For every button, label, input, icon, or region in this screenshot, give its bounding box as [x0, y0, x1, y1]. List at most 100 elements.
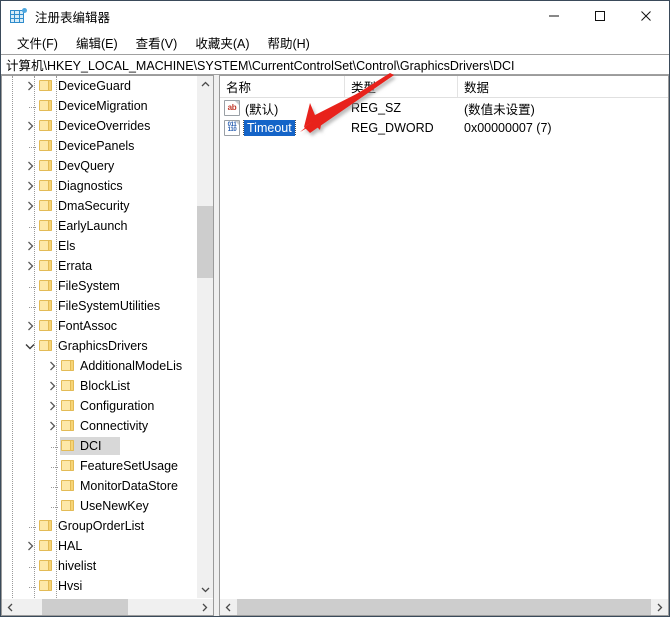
tree-item[interactable]: HAL — [2, 536, 196, 556]
tree-scroll-thumb[interactable] — [197, 206, 213, 278]
tree-item[interactable]: FeatureSetUsage — [2, 456, 196, 476]
chevron-right-icon[interactable] — [22, 318, 38, 334]
folder-icon — [38, 139, 54, 153]
tree-connector — [44, 498, 60, 514]
window-controls — [531, 1, 669, 31]
tree-connector — [22, 298, 38, 314]
chevron-right-icon[interactable] — [22, 78, 38, 94]
chevron-down-icon[interactable] — [22, 338, 38, 354]
folder-icon — [38, 239, 54, 253]
tree-item[interactable]: Errata — [2, 256, 196, 276]
values-row-selected[interactable]: 011 110 Timeout REG_DWORD 0x00000007 (7) — [220, 118, 668, 138]
tree-item-selected[interactable]: DCI — [2, 436, 196, 456]
chevron-right-icon[interactable] — [22, 158, 38, 174]
tree-item[interactable]: AdditionalModeLis — [2, 356, 196, 376]
chevron-right-icon[interactable] — [44, 398, 60, 414]
tree-item[interactable]: DeviceGuard — [2, 76, 196, 96]
chevron-right-icon[interactable] — [22, 178, 38, 194]
folder-icon — [60, 399, 76, 413]
tree-hscroll-thumb[interactable] — [42, 599, 128, 615]
tree-item-label: GraphicsDrivers — [58, 339, 148, 353]
tree-item[interactable]: GraphicsDrivers — [2, 336, 196, 356]
values-column-header[interactable]: 类型 — [345, 76, 458, 97]
tree-item[interactable]: Els — [2, 236, 196, 256]
tree-item[interactable]: hivelist — [2, 556, 196, 576]
tree-item[interactable]: GroupOrderList — [2, 516, 196, 536]
folder-icon — [38, 319, 54, 333]
tree-item[interactable]: Hvsi — [2, 576, 196, 596]
column-header-label: 类型 — [351, 81, 377, 95]
scroll-left-icon[interactable] — [2, 599, 19, 615]
tree-item-label: hivelist — [58, 559, 97, 573]
folder-icon — [38, 219, 54, 233]
scroll-up-icon[interactable] — [197, 76, 213, 93]
tree-item[interactable]: UseNewKey — [2, 496, 196, 516]
folder-icon — [38, 579, 54, 593]
tree-item[interactable]: FileSystem — [2, 276, 196, 296]
maximize-button[interactable] — [577, 1, 623, 31]
values-horizontal-scrollbar[interactable] — [220, 598, 668, 615]
tree-item-label: Diagnostics — [58, 179, 123, 193]
registry-tree[interactable]: DeviceGuard DeviceMigration DeviceOverride… — [2, 76, 196, 598]
menu-view[interactable]: 查看(V) — [127, 31, 187, 55]
tree-connector — [44, 478, 60, 494]
folder-icon — [38, 179, 54, 193]
tree-item[interactable]: FontAssoc — [2, 316, 196, 336]
value-type-cell: REG_SZ — [351, 101, 402, 115]
title-bar: 注册表编辑器 — [1, 1, 669, 31]
folder-icon — [38, 159, 54, 173]
scroll-right-icon[interactable] — [651, 599, 668, 615]
scroll-right-icon[interactable] — [196, 599, 213, 615]
tree-item[interactable]: DevicePanels — [2, 136, 196, 156]
folder-icon — [38, 99, 54, 113]
tree-item[interactable]: MonitorDataStore — [2, 476, 196, 496]
tree-item[interactable]: DevQuery — [2, 156, 196, 176]
chevron-right-icon[interactable] — [22, 238, 38, 254]
content-panes: DeviceGuard DeviceMigration DeviceOverride… — [1, 75, 669, 616]
value-data-cell: 0x00000007 (7) — [464, 121, 552, 135]
chevron-right-icon[interactable] — [44, 378, 60, 394]
chevron-right-icon[interactable] — [44, 418, 60, 434]
chevron-right-icon[interactable] — [44, 358, 60, 374]
chevron-right-icon[interactable] — [22, 258, 38, 274]
tree-item[interactable]: EarlyLaunch — [2, 216, 196, 236]
minimize-button[interactable] — [531, 1, 577, 31]
close-button[interactable] — [623, 1, 669, 31]
tree-item[interactable]: Connectivity — [2, 416, 196, 436]
values-hscroll-thumb[interactable] — [237, 599, 651, 615]
tree-item[interactable]: DeviceOverrides — [2, 116, 196, 136]
chevron-right-icon[interactable] — [22, 198, 38, 214]
tree-horizontal-scrollbar[interactable] — [2, 598, 213, 615]
chevron-right-icon[interactable] — [22, 538, 38, 554]
menu-edit[interactable]: 编辑(E) — [67, 31, 127, 55]
tree-item-label: GroupOrderList — [58, 519, 145, 533]
menu-help[interactable]: 帮助(H) — [258, 31, 318, 55]
menu-file[interactable]: 文件(F) — [8, 31, 67, 55]
address-bar[interactable]: 计算机\HKEY_LOCAL_MACHINE\SYSTEM\CurrentCon… — [1, 54, 669, 75]
tree-item-label: DeviceGuard — [58, 79, 131, 93]
chevron-right-icon[interactable] — [22, 118, 38, 134]
tree-item[interactable]: Diagnostics — [2, 176, 196, 196]
scroll-left-icon[interactable] — [220, 599, 237, 615]
folder-icon — [38, 299, 54, 313]
registry-editor-icon — [10, 8, 27, 24]
scroll-down-icon[interactable] — [197, 581, 213, 598]
tree-item[interactable]: BlockList — [2, 376, 196, 396]
menu-favorites[interactable]: 收藏夹(A) — [186, 31, 258, 55]
folder-icon — [60, 439, 76, 453]
value-name-cell: ab (默认) — [220, 99, 345, 118]
values-column-header[interactable]: 数据 — [458, 76, 668, 97]
values-row[interactable]: ab (默认) REG_SZ (数值未设置) — [220, 98, 668, 118]
tree-item[interactable]: FileSystemUtilities — [2, 296, 196, 316]
tree-item-label: Connectivity — [80, 419, 149, 433]
tree-vertical-scrollbar[interactable] — [196, 76, 213, 598]
tree-item[interactable]: DmaSecurity — [2, 196, 196, 216]
folder-icon — [38, 539, 54, 553]
values-list[interactable]: ab (默认) REG_SZ (数值未设置) 011 110 Timeout REG_DWOR… — [220, 98, 668, 598]
values-column-header[interactable]: 名称 — [220, 76, 345, 97]
tree-item[interactable]: Configuration — [2, 396, 196, 416]
value-name-label: (默认) — [245, 102, 279, 117]
folder-icon — [60, 499, 76, 513]
menu-bar: 文件(F) 编辑(E) 查看(V) 收藏夹(A) 帮助(H) — [1, 31, 669, 54]
tree-item[interactable]: DeviceMigration — [2, 96, 196, 116]
